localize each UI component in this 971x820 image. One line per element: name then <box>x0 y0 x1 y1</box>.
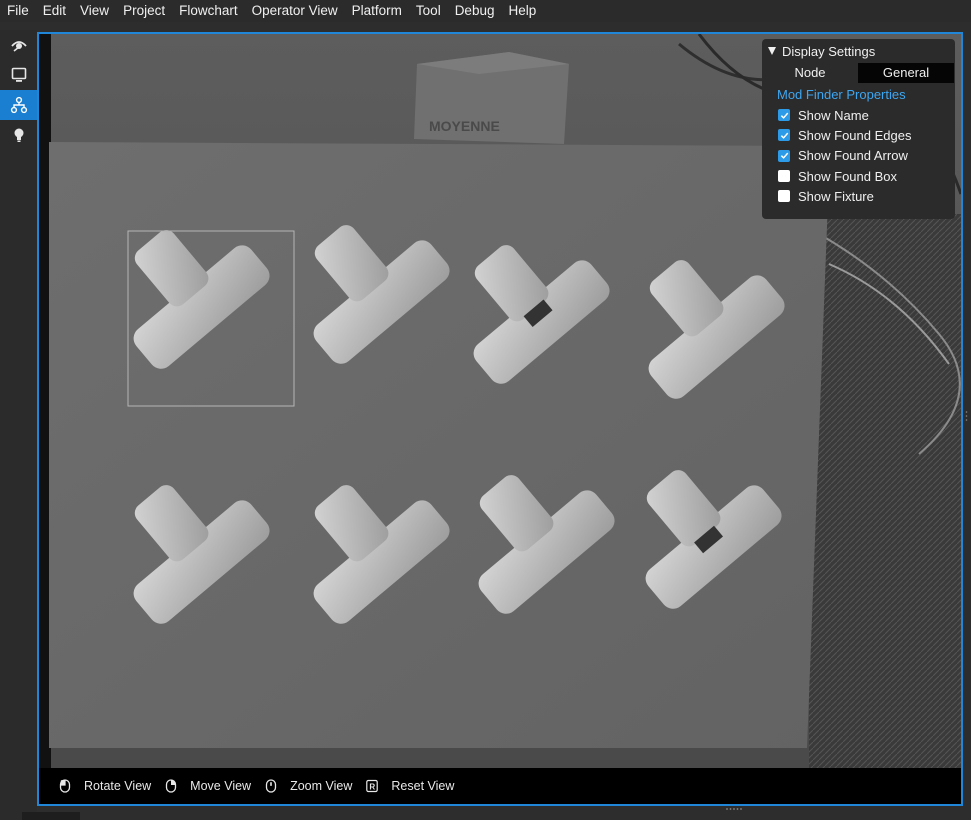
menu-help[interactable]: Help <box>501 0 543 22</box>
display-settings-header[interactable]: Display Settings <box>762 39 955 63</box>
mouse-right-icon <box>166 779 177 793</box>
option-show-fixture[interactable]: Show Fixture <box>762 186 955 206</box>
display-settings-title: Display Settings <box>782 43 876 59</box>
key-r-icon: R <box>366 779 379 793</box>
lightbulb-icon <box>14 128 23 142</box>
rotate-view-button[interactable]: Rotate View <box>59 779 151 793</box>
zoom-view-label: Zoom View <box>290 779 353 793</box>
menu-project[interactable]: Project <box>116 0 172 22</box>
camera-image[interactable]: MOYENNE Display Settings Node General Mo… <box>39 34 961 768</box>
monitor-icon <box>11 67 26 82</box>
option-show-name[interactable]: Show Name <box>762 105 955 125</box>
side-resize-grip-icon[interactable] <box>965 410 968 422</box>
box-label: MOYENNE <box>429 118 500 134</box>
rail-button-flowchart[interactable] <box>0 90 37 120</box>
check-icon <box>780 112 788 119</box>
menu-edit[interactable]: Edit <box>36 0 73 22</box>
option-label: Show Fixture <box>798 188 874 204</box>
collapse-triangle-icon <box>768 47 776 55</box>
reset-key-glyph: R <box>370 783 376 792</box>
menu-tool[interactable]: Tool <box>409 0 448 22</box>
rail-button-vision[interactable] <box>0 30 37 60</box>
option-label: Show Found Edges <box>798 127 912 143</box>
option-show-found-box[interactable]: Show Found Box <box>762 166 955 186</box>
tab-general[interactable]: General <box>858 63 954 83</box>
checkbox-show-name[interactable] <box>778 109 790 122</box>
tab-node[interactable]: Node <box>762 63 858 83</box>
settings-tabs: Node General <box>762 63 955 83</box>
reset-view-button[interactable]: R Reset View <box>366 779 454 793</box>
eye-icon <box>10 41 27 52</box>
display-settings-panel: Display Settings Node General Mod Finder… <box>762 39 955 219</box>
menu-flowchart[interactable]: Flowchart <box>172 0 245 22</box>
bottom-panel-tab[interactable] <box>22 812 80 820</box>
flowchart-icon <box>10 96 27 114</box>
option-label: Show Found Box <box>798 168 898 184</box>
rail-button-display[interactable] <box>0 60 37 90</box>
menu-bar: File Edit View Project Flowchart Operato… <box>0 0 971 22</box>
menu-operator-view[interactable]: Operator View <box>245 0 345 22</box>
rotate-view-label: Rotate View <box>84 779 152 793</box>
check-icon <box>780 152 788 160</box>
checkbox-show-fixture[interactable] <box>778 190 790 203</box>
option-show-found-arrow[interactable]: Show Found Arrow <box>762 146 955 166</box>
menu-view[interactable]: View <box>73 0 116 22</box>
rail-button-ideas[interactable] <box>0 120 37 150</box>
reset-view-label: Reset View <box>391 779 455 793</box>
option-label: Show Name <box>798 107 869 123</box>
mouse-left-icon <box>59 779 71 793</box>
section-title: Mod Finder Properties <box>777 87 906 102</box>
mouse-wheel-icon <box>265 779 277 793</box>
checkbox-show-found-box[interactable] <box>778 170 790 183</box>
move-view-label: Move View <box>190 779 252 793</box>
option-show-found-edges[interactable]: Show Found Edges <box>762 125 955 145</box>
checkbox-show-found-edges[interactable] <box>778 129 790 142</box>
checkbox-show-found-arrow[interactable] <box>778 149 790 162</box>
menu-file[interactable]: File <box>0 0 36 22</box>
menu-debug[interactable]: Debug <box>448 0 502 22</box>
option-label: Show Found Arrow <box>798 148 908 164</box>
left-rail <box>0 30 37 820</box>
view-toolbar: Rotate View Move View Zoom View R Reset … <box>39 768 961 804</box>
resize-grip-icon[interactable] <box>725 807 743 811</box>
image-viewer[interactable]: MOYENNE Display Settings Node General Mo… <box>37 32 963 806</box>
check-icon <box>780 132 788 139</box>
zoom-view-button[interactable]: Zoom View <box>265 779 352 793</box>
menu-platform[interactable]: Platform <box>345 0 409 22</box>
move-view-button[interactable]: Move View <box>165 779 251 793</box>
